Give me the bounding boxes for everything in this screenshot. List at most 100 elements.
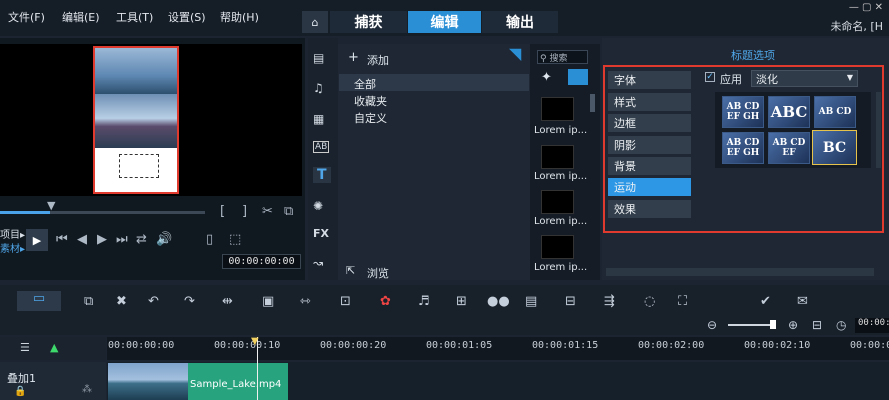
title-thumb[interactable] (541, 235, 574, 259)
option-style[interactable]: 样式 (608, 93, 691, 111)
play-button[interactable]: ▶ (26, 229, 48, 251)
window-controls[interactable]: — ▢ ✕ (849, 2, 883, 13)
browse-icon[interactable]: ⇱ (346, 264, 355, 277)
title-selection-box[interactable] (119, 154, 159, 178)
audio-icon[interactable]: ♫ (313, 81, 324, 95)
playhead-handle-icon[interactable]: ▼ (251, 336, 259, 347)
repeat-icon[interactable]: ⇄ (136, 232, 147, 247)
menu-tools[interactable]: 工具(T) (116, 9, 153, 25)
search-input[interactable]: ⚲ 搜索 (537, 50, 588, 64)
mark-in-icon[interactable]: [ (220, 204, 225, 219)
project-mode-label[interactable]: 项目▸ (0, 226, 25, 241)
home-button[interactable]: ⌂ (302, 11, 328, 33)
tree-item-favorites[interactable]: 收藏夹 (354, 93, 387, 109)
tree-item-custom[interactable]: 自定义 (354, 110, 387, 126)
effect-tile[interactable]: AB CD EF GH (722, 96, 764, 128)
multicam-icon[interactable]: ⊞ (456, 294, 467, 309)
lock-icon[interactable]: 🔒 (14, 386, 26, 397)
next-frame-icon[interactable]: ▶︎ (97, 232, 107, 247)
option-font[interactable]: 字体 (608, 71, 691, 89)
zoom-slider[interactable] (728, 324, 776, 326)
browse-label[interactable]: 浏览 (367, 265, 389, 281)
tree-item-all[interactable]: 全部 (354, 76, 376, 92)
media-icon[interactable]: ▤ (313, 51, 324, 65)
fit-icon[interactable]: ⇹ (222, 294, 233, 309)
zoom-slider-handle[interactable] (770, 320, 776, 329)
prev-frame-icon[interactable]: ◀︎ (77, 232, 87, 247)
add-folder-label[interactable]: 添加 (367, 52, 389, 68)
effect-tile-selected[interactable]: BC (812, 130, 857, 165)
trim-icon[interactable]: ⇿ (300, 294, 311, 309)
menu-edit[interactable]: 编辑(E) (62, 9, 100, 25)
screen-record-icon[interactable]: ⛶ (678, 294, 687, 309)
title-thumb[interactable] (541, 190, 574, 214)
filter-icon[interactable]: FX (313, 227, 329, 240)
subtitle-icon[interactable]: ▤ (525, 294, 537, 309)
render-icon[interactable]: ✔ (760, 294, 771, 309)
zoom-out-icon[interactable]: ⊖ (707, 318, 717, 332)
clock-icon[interactable]: ◷ (836, 318, 846, 332)
aspect-ratio-icon[interactable]: ⬚ (229, 232, 241, 247)
split-screen-icon[interactable]: ⊟ (565, 294, 576, 309)
undo-icon[interactable]: ↶ (148, 294, 159, 309)
effect-tile[interactable]: AB CD (814, 96, 856, 128)
add-icon[interactable]: + (348, 50, 359, 65)
preview-clip-frame[interactable] (93, 46, 179, 194)
record-icon[interactable]: ▣ (262, 294, 274, 309)
path-icon[interactable]: ↝ (313, 256, 323, 270)
mark-out-icon[interactable]: ] (242, 204, 247, 219)
effect-tile[interactable]: AB CD EF (768, 132, 810, 164)
project-duration[interactable]: 00:00:00:00 (855, 318, 889, 333)
menu-settings[interactable]: 设置(S) (168, 9, 206, 25)
template-icon[interactable]: ✉ (797, 294, 808, 309)
clip-mode-label[interactable]: 素材▸ (0, 240, 25, 255)
menu-help[interactable]: 帮助(H) (220, 9, 259, 25)
add-track-icon[interactable]: ⧉ (84, 294, 93, 309)
effect-tile[interactable]: AB CD EF GH (722, 132, 764, 164)
option-shadow[interactable]: 阴影 (608, 136, 691, 154)
options-hscrollbar[interactable] (606, 268, 874, 276)
title-thumb[interactable] (541, 97, 574, 121)
display-mode-icon[interactable]: ▯ (206, 232, 213, 247)
tiles-scrollbar[interactable] (876, 92, 881, 168)
tab-share[interactable]: 输出 (482, 11, 558, 33)
mask-icon[interactable]: ●● (487, 294, 510, 309)
effect-tile[interactable]: ABC (768, 96, 810, 128)
zoom-in-icon[interactable]: ⊕ (788, 318, 798, 332)
pin-icon[interactable]: ◥ (509, 44, 521, 63)
audio-mix-icon[interactable]: ♬ (418, 294, 430, 309)
option-motion[interactable]: 运动 (608, 178, 691, 196)
option-effect[interactable]: 效果 (608, 200, 691, 218)
redo-icon[interactable]: ↷ (184, 294, 195, 309)
option-border[interactable]: 边框 (608, 114, 691, 132)
tab-capture[interactable]: 捕获 (330, 11, 407, 33)
crop-icon[interactable]: ⊡ (340, 294, 351, 309)
fit-project-icon[interactable]: ⊟ (812, 318, 822, 332)
tab-edit[interactable]: 编辑 (408, 11, 481, 33)
snapshot-icon[interactable]: ⧉ (284, 204, 293, 219)
title-icon[interactable]: T (313, 167, 331, 183)
motion-track-icon[interactable]: ⇶ (604, 294, 615, 309)
volume-icon[interactable]: 🔊 (156, 232, 172, 247)
color-icon[interactable]: ✿ (380, 294, 391, 309)
instant-project-icon[interactable]: ▦ (313, 112, 324, 126)
apply-checkbox[interactable]: ✓ (705, 72, 715, 82)
split-icon[interactable]: ✂ (262, 204, 273, 219)
home-start-icon[interactable]: ⏮ (56, 232, 68, 247)
menu-file[interactable]: 文件(F) (8, 9, 45, 25)
graphics-icon[interactable]: ✺ (313, 199, 323, 213)
loop-icon[interactable]: ◌ (644, 294, 655, 309)
title-object[interactable] (95, 148, 177, 192)
title-thumb[interactable] (541, 145, 574, 169)
transition-icon[interactable]: AB (313, 141, 330, 153)
player-timecode[interactable]: 00:00:00:00 (222, 254, 301, 269)
view-toggle-button[interactable] (568, 69, 588, 85)
sort-icon[interactable]: ✦ (541, 70, 552, 85)
option-background[interactable]: 背景 (608, 157, 691, 175)
ripple-icon[interactable]: ⁂ (82, 384, 92, 395)
tools-icon[interactable]: ✖ (116, 294, 127, 309)
library-scrollbar[interactable] (590, 94, 595, 112)
scrub-handle-icon[interactable]: ▼ (47, 199, 55, 212)
chapter-marker-icon[interactable]: ▲ (50, 341, 58, 354)
end-icon[interactable]: ⏭ (116, 232, 128, 247)
